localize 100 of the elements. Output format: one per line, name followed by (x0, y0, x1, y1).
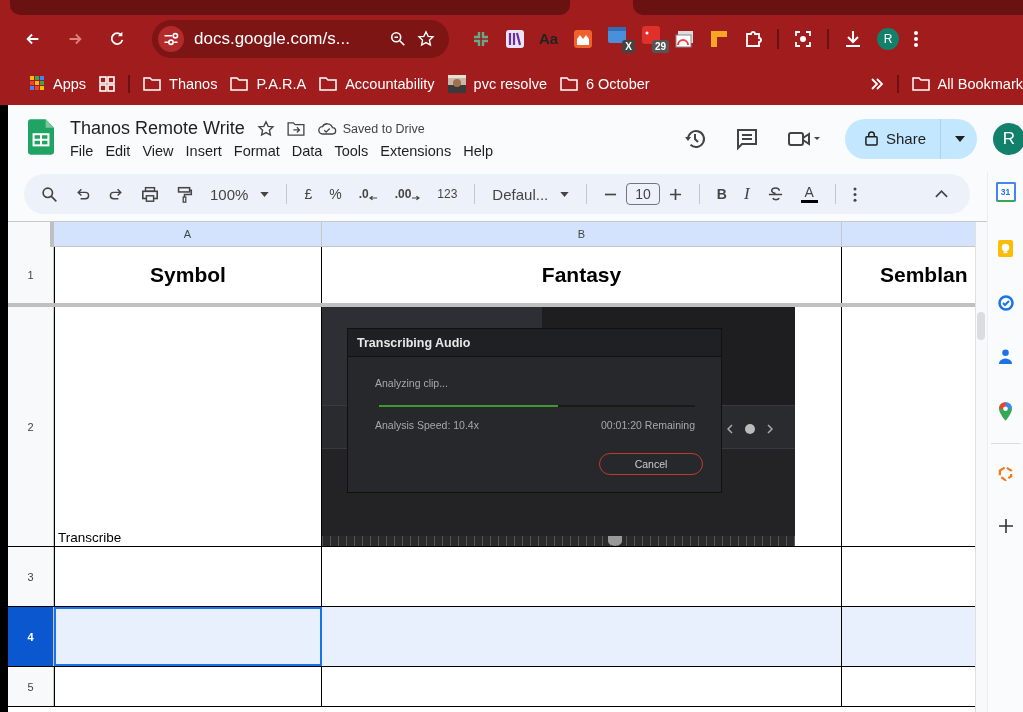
row-header[interactable]: 1 (8, 247, 54, 303)
screenshot-icon[interactable] (793, 28, 813, 49)
add-icon[interactable] (998, 519, 1013, 533)
paint-format-icon[interactable] (176, 185, 193, 203)
table-cell[interactable] (54, 607, 322, 666)
folder-icon (230, 76, 249, 91)
account-avatar[interactable]: R (993, 122, 1023, 155)
extension-icon[interactable] (505, 28, 525, 49)
redo-icon[interactable] (108, 186, 124, 202)
menu-item[interactable]: Format (233, 143, 280, 159)
contacts-icon[interactable] (998, 349, 1013, 364)
site-settings-icon[interactable] (158, 25, 184, 52)
dialog-title: Transcribing Audio (348, 329, 721, 357)
table-cell[interactable] (54, 547, 322, 606)
chevron-double-icon[interactable] (869, 77, 884, 90)
menu-icon[interactable] (913, 28, 919, 49)
italic-button[interactable]: I (743, 184, 750, 204)
caret-icon (560, 191, 570, 197)
star-icon[interactable] (256, 119, 275, 138)
menu-item[interactable]: View (142, 143, 174, 159)
column-header[interactable]: A (54, 222, 322, 247)
undo-icon[interactable] (75, 186, 91, 202)
chevron-left-icon[interactable] (727, 424, 733, 434)
bookmark-folder[interactable]: Thanos (143, 75, 218, 92)
tab-groups-icon[interactable] (99, 75, 116, 92)
search-icon[interactable] (41, 185, 58, 203)
extension-icon[interactable] (709, 28, 729, 49)
bookmark-folder[interactable]: P.A.R.A (230, 75, 307, 92)
bookmark-folder[interactable]: 6 October (559, 75, 650, 92)
decrease-decimal-button[interactable]: .0 (358, 187, 378, 201)
comment-icon[interactable] (734, 126, 759, 151)
currency-button[interactable]: £ (304, 186, 313, 202)
text-color-button[interactable]: A (800, 185, 818, 203)
percent-button[interactable]: % (329, 186, 342, 202)
dot-icon[interactable] (745, 424, 755, 434)
number-format-button[interactable]: 123 (437, 187, 458, 201)
row-header[interactable]: 4 (8, 607, 54, 666)
download-icon[interactable] (843, 28, 863, 49)
table-cell[interactable]: Transcribing Audio Analyzing clip... Analysis Speed: 10.4x 00:01:20 Remaining Cancel (322, 307, 842, 546)
addon-icon[interactable] (998, 466, 1013, 481)
row-header[interactable]: 2 (8, 307, 54, 546)
caret-icon (260, 191, 270, 197)
menu-item[interactable]: Help (463, 143, 493, 159)
share-label: Share (885, 130, 926, 147)
document-title[interactable]: Thanos Remote Write (70, 118, 245, 139)
zoom-dropdown[interactable]: 100% (210, 185, 270, 203)
menu-item[interactable]: Extensions (380, 143, 452, 159)
menu-item[interactable]: Edit (105, 143, 131, 159)
url-text: docs.google.com/s... (194, 28, 351, 49)
menu-item[interactable]: Data (291, 143, 323, 159)
move-folder-icon[interactable] (286, 121, 305, 136)
sheets-logo-icon[interactable] (28, 118, 54, 155)
table-cell[interactable] (54, 667, 322, 706)
lock-icon (864, 131, 878, 146)
remaining-text: 00:01:20 Remaining (601, 419, 695, 431)
strikethrough-icon[interactable] (766, 185, 784, 203)
extension-icon[interactable] (675, 28, 695, 49)
profile-avatar[interactable]: R (877, 27, 899, 50)
table-cell[interactable]: Fantasy (322, 247, 842, 303)
extensions-puzzle-icon[interactable] (743, 28, 763, 49)
bookmark-folder[interactable]: Accountability (319, 75, 435, 92)
font-size-field[interactable]: 10 (626, 183, 660, 205)
bold-button[interactable]: B (716, 186, 727, 202)
caret-icon[interactable] (955, 135, 965, 142)
extension-icon[interactable] (573, 28, 593, 49)
table-cell[interactable] (322, 607, 842, 666)
collapse-icon[interactable] (935, 190, 948, 198)
table-cell[interactable]: Symbol (54, 247, 322, 303)
zoom-icon[interactable] (389, 29, 407, 48)
increase-decimal-button[interactable]: .00 (394, 187, 421, 201)
apps-bookmark[interactable]: Apps (30, 75, 87, 92)
scrollbar-thumb[interactable] (977, 312, 985, 340)
bookmark-folder[interactable]: All Bookmark (911, 75, 1023, 92)
column-header[interactable]: B (322, 222, 842, 247)
apps-grid-icon (30, 76, 45, 91)
playhead-icon[interactable] (608, 536, 622, 546)
speed-text: Analysis Speed: 10.4x (375, 419, 479, 431)
folder-icon (911, 76, 930, 91)
arrow-right-icon (411, 195, 421, 201)
row-header[interactable]: 5 (8, 667, 54, 706)
calendar-icon[interactable]: 31 (995, 182, 1016, 202)
map-pin-icon[interactable] (999, 402, 1012, 421)
folder-icon (559, 76, 578, 91)
menu-item[interactable]: Tools (334, 143, 369, 159)
chevron-right-icon[interactable] (767, 424, 773, 434)
row-header[interactable]: 3 (8, 547, 54, 606)
menu-item[interactable]: File (70, 143, 94, 159)
menu-item[interactable]: Insert (185, 143, 222, 159)
share-button[interactable]: Share (844, 118, 977, 159)
star-icon[interactable] (417, 29, 435, 48)
font-dropdown[interactable]: Defaul... (492, 185, 570, 203)
cloud-check-icon[interactable] (316, 121, 337, 136)
plus-icon[interactable] (668, 187, 682, 201)
folder-icon (143, 76, 162, 91)
address-bar[interactable]: docs.google.com/s... (152, 19, 449, 58)
tasks-icon[interactable] (997, 295, 1014, 311)
reload-icon[interactable] (108, 29, 126, 48)
print-icon[interactable] (141, 185, 159, 203)
bookmark[interactable]: pvc resolve (447, 74, 547, 93)
more-icon[interactable] (852, 186, 857, 202)
